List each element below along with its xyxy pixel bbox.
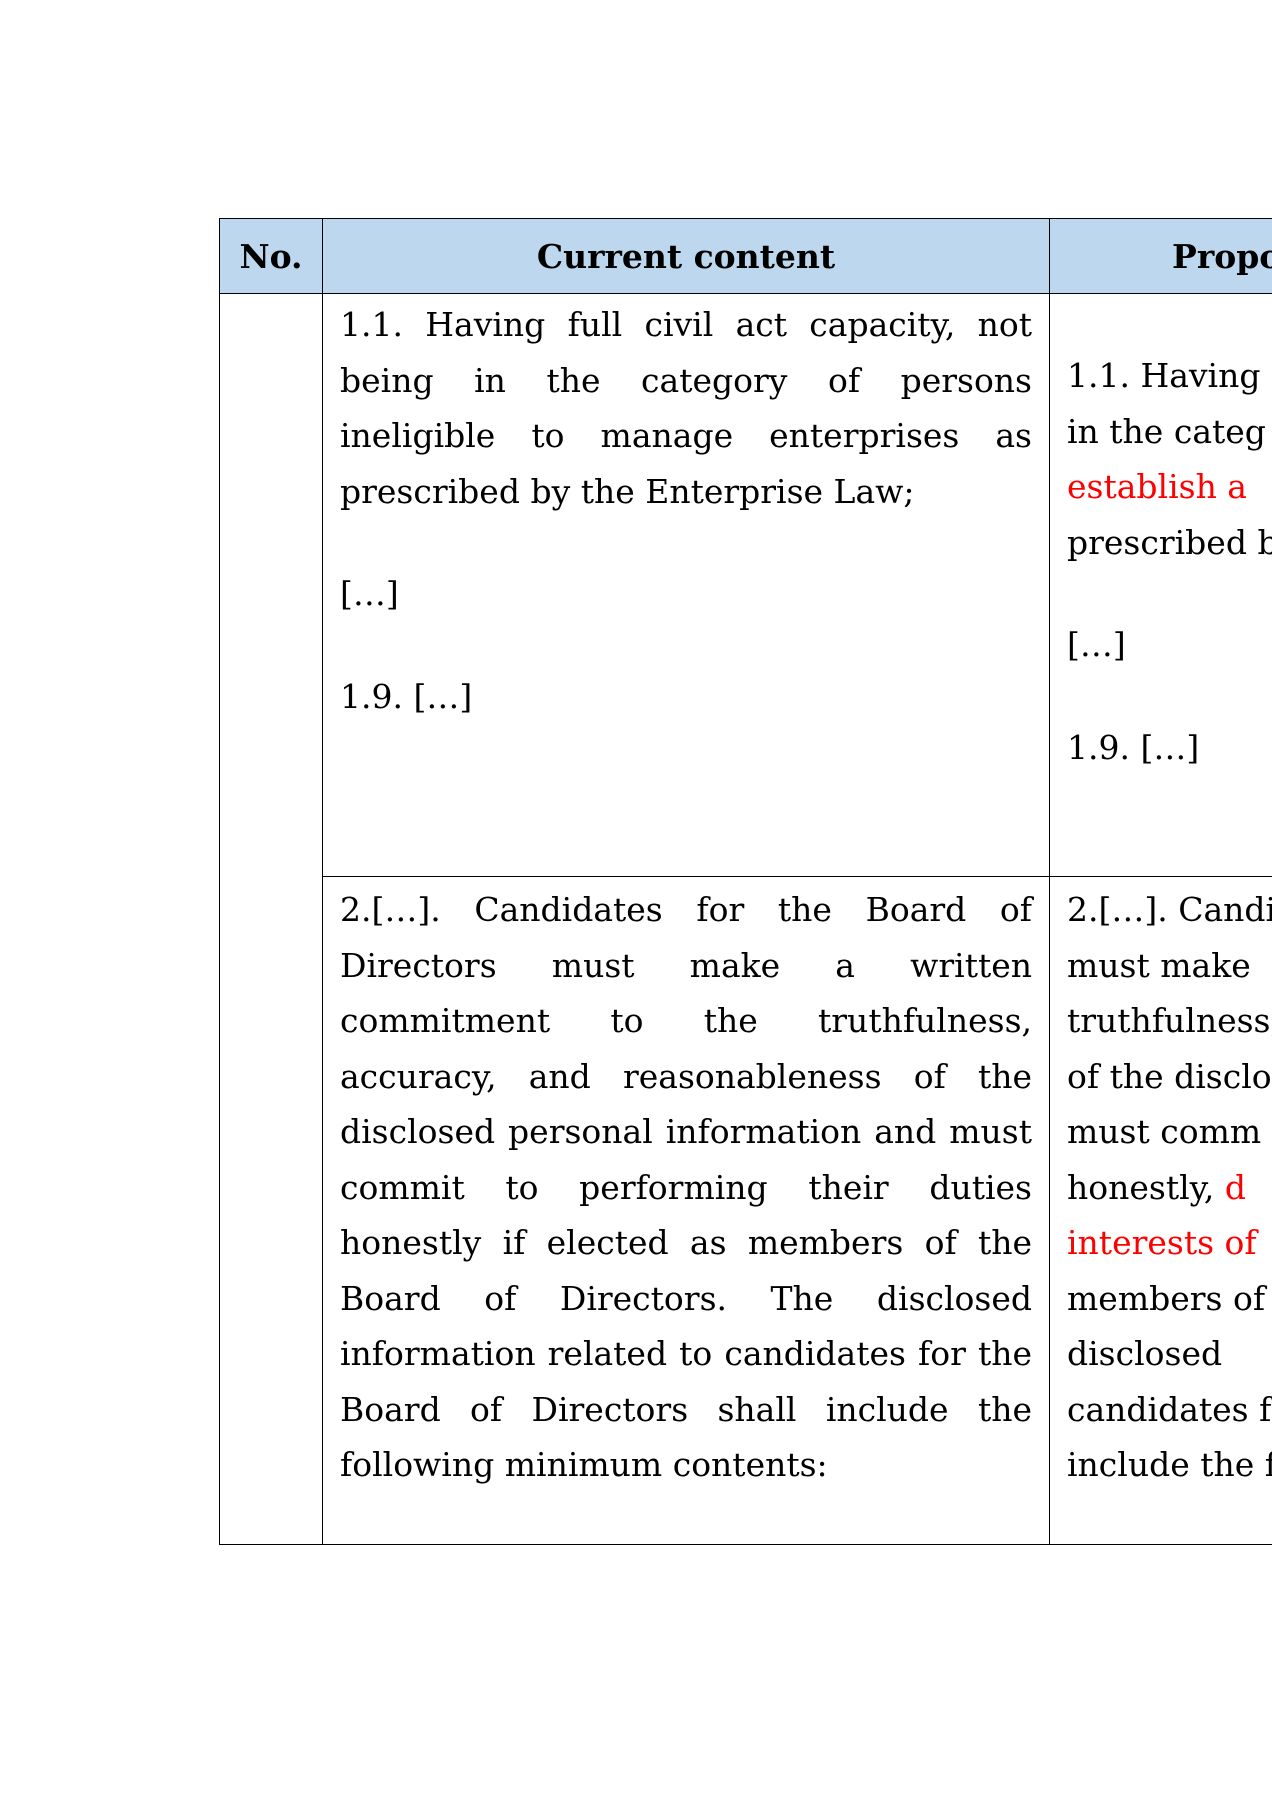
- proposed-line: disclosed: [1067, 1334, 1223, 1373]
- proposed-line: members of: [1067, 1278, 1266, 1318]
- proposed-line-amended: establish a: [1067, 467, 1247, 506]
- current-paragraph: 2.[…]. Candidates for the Board of Direc…: [340, 890, 1032, 1484]
- current-paragraph: […]: [340, 574, 399, 613]
- proposed-line: of the disclo: [1067, 1056, 1272, 1096]
- comparison-table: No. Current content Propo 1.1. Having fu…: [219, 218, 1272, 1545]
- current-content-cell: 2.[…]. Candidates for the Board of Direc…: [322, 876, 1050, 1545]
- proposed-content-cell: 1.1. Having f in the categ establish a p…: [1049, 293, 1272, 877]
- proposed-text-amended: d: [1224, 1167, 1247, 1207]
- proposed-line: candidates f: [1067, 1389, 1272, 1429]
- table-header-row: No. Current content Propo: [219, 218, 1272, 294]
- proposed-line: 2.[…]. Candid: [1067, 890, 1272, 929]
- proposed-line: 1.9. […]: [1067, 727, 1200, 767]
- table-row: 2.[…]. Candidates for the Board of Direc…: [220, 876, 1272, 1545]
- proposed-line: 1.1. Having f: [1067, 356, 1272, 395]
- proposed-line: truthfulness,: [1067, 1001, 1272, 1040]
- proposed-line: prescribed b: [1067, 522, 1272, 562]
- header-current-content: Current content: [322, 218, 1050, 294]
- current-paragraph: 1.1. Having full civil act capacity, not…: [340, 305, 1032, 511]
- current-paragraph: 1.9. […]: [340, 676, 473, 716]
- current-content-cell: 1.1. Having full civil act capacity, not…: [322, 293, 1050, 877]
- proposed-line: must make: [1067, 945, 1251, 985]
- proposed-line-amended: interests of: [1067, 1223, 1257, 1262]
- table-row: 1.1. Having full civil act capacity, not…: [219, 293, 1272, 1545]
- no-cell: [219, 293, 323, 1545]
- header-proposed-content: Propo: [1049, 218, 1272, 294]
- proposed-line: include the f: [1067, 1445, 1272, 1484]
- proposed-text: honestly,: [1067, 1167, 1225, 1207]
- proposed-line: […]: [1067, 625, 1126, 664]
- document-page: No. Current content Propo 1.1. Having fu…: [0, 0, 1272, 1800]
- proposed-content-cell: 2.[…]. Candid must make truthfulness, of…: [1049, 876, 1272, 1545]
- proposed-line: in the categ: [1067, 411, 1266, 451]
- header-no: No.: [219, 218, 323, 294]
- proposed-line: must comm: [1067, 1112, 1262, 1151]
- proposed-line: honestly, d: [1067, 1160, 1272, 1216]
